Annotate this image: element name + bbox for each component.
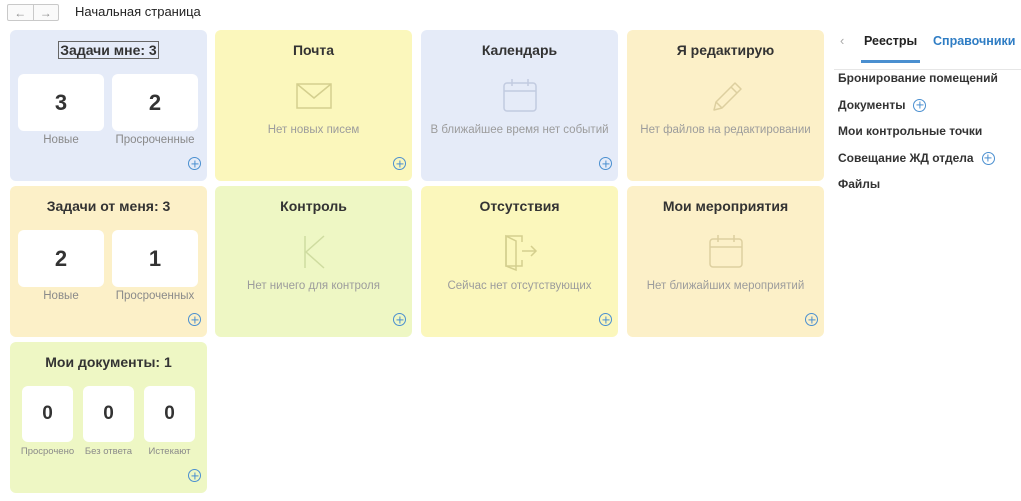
counter-overdue[interactable]: 1 [112,230,198,287]
tile-control[interactable]: Контроль Нет ничего для контроля [215,186,412,337]
tile-my-documents[interactable]: Мои документы: 1 0 0 0 Просрочено Без от… [10,342,207,493]
sidebar-item-label: Документы [838,98,906,112]
sidebar-tabs: ‹ Реестры Справочники [834,28,1021,70]
tile-editing[interactable]: Я редактирую Нет файлов на редактировани… [627,30,824,181]
sidebar-item-label: Мои контрольные точки [838,124,983,138]
empty-message: Нет ближайших мероприятий [646,280,805,292]
tile-title: Почта [292,42,335,58]
envelope-icon [295,83,332,109]
tab-registers[interactable]: Реестры [860,34,921,63]
arrow-right-icon[interactable]: → [32,5,59,20]
control-k-icon [303,235,324,269]
empty-message: В ближайшее время нет событий [430,124,609,136]
empty-message: Сейчас нет отсутствующих [447,280,592,292]
counter-new[interactable]: 2 [18,230,104,287]
counter-label: Истекают [148,446,191,457]
counter-label: Просроченных [115,290,195,302]
sidebar-item-checkpoints[interactable]: Мои контрольные точки [838,124,982,138]
add-icon[interactable] [393,157,406,170]
empty-message: Нет новых писем [267,124,360,136]
history-navigation: ← → [7,4,59,21]
tile-tasks-from-me[interactable]: Задачи от меня: 3 2 1 Новые Просроченных [10,186,207,337]
pencil-icon [712,82,742,111]
calendar-icon [502,79,537,112]
counter-label: Просрочено [20,446,75,457]
add-icon[interactable] [188,157,201,170]
page-title: Начальная страница [75,4,201,19]
add-icon[interactable] [188,313,201,326]
tile-title: Задачи от меня: 3 [46,198,171,214]
tile-title: Мои мероприятия [662,198,789,214]
door-exit-icon [504,234,537,272]
add-icon[interactable] [805,313,818,326]
counter-label: Новые [43,290,79,302]
counter-label: Просроченные [115,134,195,146]
tile-title: Отсутствия [479,198,560,214]
counter-new[interactable]: 3 [18,74,104,131]
add-icon[interactable] [981,151,995,165]
add-icon[interactable] [188,469,201,482]
tile-calendar[interactable]: Календарь В ближайшее время нет событий [421,30,618,181]
sidebar-item-documents[interactable]: Документы [838,98,927,112]
tile-absences[interactable]: Отсутствия Сейчас нет отсутствующих [421,186,618,337]
counter-expiring[interactable]: 0 [144,386,195,442]
chevron-left-icon[interactable]: ‹ [840,33,844,48]
tile-my-tasks[interactable]: Задачи мне: 3 3 2 Новые Просроченные [10,30,207,181]
tile-title: Контроль [280,198,347,214]
empty-message: Нет файлов на редактировании [640,124,811,136]
tile-title: Мои документы: 1 [45,354,172,370]
sidebar-item-room-booking[interactable]: Бронирование помещений [838,71,998,85]
add-icon[interactable] [393,313,406,326]
counter-label: Новые [43,134,79,146]
sidebar-item-label: Совещание ЖД отдела [838,151,974,165]
tile-my-events[interactable]: Мои мероприятия Нет ближайших мероприяти… [627,186,824,337]
tile-title: Я редактирую [676,42,775,58]
counter-label: Без ответа [84,446,133,457]
counter-overdue[interactable]: 0 [22,386,73,442]
sidebar-item-label: Бронирование помещений [838,71,998,85]
tile-mail[interactable]: Почта Нет новых писем [215,30,412,181]
arrow-left-icon[interactable]: ← [8,5,33,20]
add-icon[interactable] [913,98,927,112]
tile-title: Календарь [481,42,558,58]
tile-title: Задачи мне: 3 [58,41,159,59]
sidebar-item-meeting[interactable]: Совещание ЖД отдела [838,151,995,165]
add-icon[interactable] [599,313,612,326]
empty-message: Нет ничего для контроля [247,280,380,292]
sidebar-item-label: Файлы [838,177,881,191]
calendar-icon [708,235,743,268]
counter-no-answer[interactable]: 0 [83,386,134,442]
add-icon[interactable] [599,157,612,170]
tab-directories[interactable]: Справочники [933,34,1015,48]
counter-overdue[interactable]: 2 [112,74,198,131]
sidebar-item-files[interactable]: Файлы [838,177,880,191]
